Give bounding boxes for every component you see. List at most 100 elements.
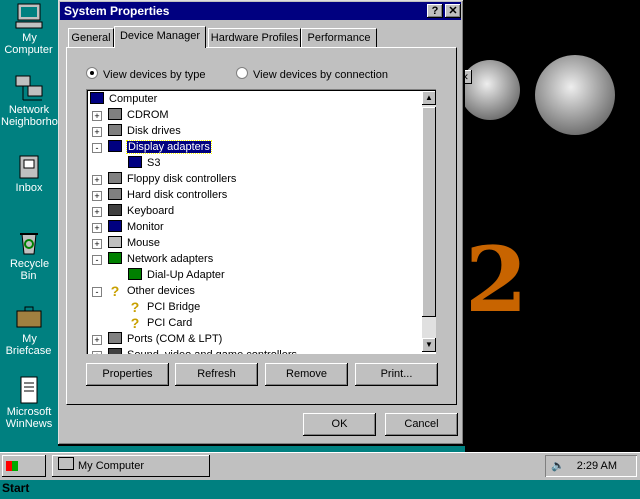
computer-icon: [14, 2, 44, 30]
refresh-button[interactable]: Refresh: [175, 363, 258, 386]
tree-item[interactable]: - Display adapters: [92, 139, 212, 155]
system-properties-window: System Properties ? ✕ General Device Man…: [58, 0, 465, 446]
expand-icon[interactable]: +: [92, 175, 102, 185]
start-button[interactable]: Start: [2, 455, 46, 495]
expand-icon[interactable]: +: [92, 207, 102, 217]
recycle-bin-icon: [14, 228, 44, 256]
scroll-up-icon[interactable]: ▲: [422, 91, 436, 105]
tree-item[interactable]: + CDROM: [92, 107, 169, 123]
expand-icon[interactable]: +: [92, 239, 102, 249]
tree-item-label: Other devices: [127, 285, 195, 297]
port-icon: [108, 332, 122, 344]
question-icon: ?: [130, 299, 140, 315]
expand-icon[interactable]: +: [92, 111, 102, 121]
collapse-icon[interactable]: -: [92, 143, 102, 153]
ok-button[interactable]: OK: [303, 413, 376, 436]
tree-item-label: Ports (COM & LPT): [127, 333, 223, 345]
radio-view-by-type[interactable]: View devices by type: [86, 67, 206, 81]
desktop-icon-recycle-bin[interactable]: Recycle Bin: [0, 228, 58, 282]
cancel-button[interactable]: Cancel: [385, 413, 458, 436]
tab-performance[interactable]: Performance: [301, 28, 377, 47]
desktop-icon-my-briefcase[interactable]: My Briefcase: [0, 303, 58, 357]
tree-item[interactable]: + Sound, video and game controllers: [92, 347, 297, 354]
tab-general[interactable]: General: [68, 28, 114, 47]
desktop-icon-inbox[interactable]: Inbox: [0, 152, 58, 194]
expand-icon[interactable]: +: [92, 127, 102, 137]
tree-item[interactable]: + Floppy disk controllers: [92, 171, 237, 187]
monitor-icon: [128, 156, 142, 168]
tree-item-label: Hard disk controllers: [127, 189, 228, 201]
tree-item-label: Dial-Up Adapter: [147, 269, 225, 281]
monitor-icon: [108, 220, 122, 232]
tab-device-manager[interactable]: Device Manager: [114, 26, 206, 48]
tree-item[interactable]: + Mouse: [92, 235, 161, 251]
vertical-scrollbar[interactable]: ▲ ▼: [422, 91, 436, 352]
tree-item-label: Network adapters: [127, 253, 214, 265]
title-bar[interactable]: System Properties ? ✕: [60, 2, 461, 20]
floppy-controller-icon: [108, 172, 122, 184]
network-icon: [14, 74, 44, 102]
disk-drive-icon: [108, 124, 122, 136]
expand-icon[interactable]: +: [92, 335, 102, 345]
tree-item[interactable]: ? PCI Bridge: [128, 299, 200, 315]
tree-item[interactable]: + Keyboard: [92, 203, 175, 219]
cdrom-icon: [108, 108, 122, 120]
tree-item-label: Floppy disk controllers: [127, 173, 237, 185]
properties-button[interactable]: Properties: [86, 363, 169, 386]
tree-item[interactable]: ? PCI Card: [128, 315, 193, 331]
taskbar: Start My Computer 🔈 2:29 AM: [0, 452, 640, 495]
tree-item-label: Keyboard: [127, 205, 175, 217]
document-icon: [14, 376, 44, 404]
briefcase-icon: [14, 303, 44, 331]
radio-unselected-icon: [236, 67, 248, 79]
tree-item[interactable]: Dial-Up Adapter: [128, 267, 225, 283]
disc-graphic: [535, 55, 615, 135]
question-icon: ?: [110, 283, 120, 299]
device-tree[interactable]: Computer + CDROM + Disk drives - Display adapt…: [86, 89, 436, 354]
tree-item[interactable]: + Ports (COM & LPT): [92, 331, 223, 347]
keyboard-icon: [108, 204, 122, 216]
tree-item[interactable]: S3: [128, 155, 160, 171]
expand-icon[interactable]: +: [92, 191, 102, 201]
collapse-icon[interactable]: -: [92, 287, 102, 297]
hard-disk-controller-icon: [108, 188, 122, 200]
radio-view-by-connection[interactable]: View devices by connection: [236, 67, 388, 81]
background-window: 2: [460, 0, 640, 452]
computer-icon: [90, 92, 104, 104]
tree-item-label: S3: [147, 157, 161, 169]
desktop-icon-network-neighborhood[interactable]: Network Neighborhood: [0, 74, 70, 128]
tree-item-label: PCI Bridge: [147, 301, 201, 313]
scroll-thumb[interactable]: [422, 107, 436, 317]
system-tray: 🔈 2:29 AM: [545, 455, 637, 477]
windows-logo-icon: [6, 461, 18, 471]
scroll-down-icon[interactable]: ▼: [422, 338, 436, 352]
expand-icon[interactable]: +: [92, 351, 102, 354]
help-button[interactable]: ?: [427, 4, 443, 18]
computer-icon: [58, 457, 74, 470]
taskbar-item-my-computer[interactable]: My Computer: [52, 455, 210, 477]
remove-button[interactable]: Remove: [265, 363, 348, 386]
tree-item[interactable]: + Monitor: [92, 219, 164, 235]
tree-item-label: Monitor: [127, 221, 164, 233]
question-icon: ?: [130, 315, 140, 331]
tab-hardware-profiles[interactable]: Hardware Profiles: [208, 28, 301, 47]
tree-item[interactable]: + Disk drives: [92, 123, 181, 139]
desktop-icon-my-computer[interactable]: My Computer: [0, 2, 58, 56]
disc-graphic: [460, 60, 520, 120]
tree-item-label: Display adapters: [126, 140, 212, 154]
tree-item-label: CDROM: [127, 109, 169, 121]
tree-item[interactable]: -? Other devices: [92, 283, 195, 299]
monitor-icon: [108, 140, 122, 152]
tree-item[interactable]: Computer: [90, 91, 157, 107]
desktop-icon-winnews[interactable]: Microsoft WinNews: [0, 376, 58, 430]
print-button[interactable]: Print...: [355, 363, 438, 386]
speaker-icon[interactable]: 🔈: [551, 455, 565, 477]
clock[interactable]: 2:29 AM: [577, 460, 617, 472]
close-button[interactable]: ✕: [445, 4, 461, 18]
collapse-icon[interactable]: -: [92, 255, 102, 265]
expand-icon[interactable]: +: [92, 223, 102, 233]
tree-item-label: Mouse: [127, 237, 161, 249]
tree-item[interactable]: + Hard disk controllers: [92, 187, 228, 203]
tree-item[interactable]: - Network adapters: [92, 251, 214, 267]
logo-graphic: 2: [465, 227, 528, 333]
